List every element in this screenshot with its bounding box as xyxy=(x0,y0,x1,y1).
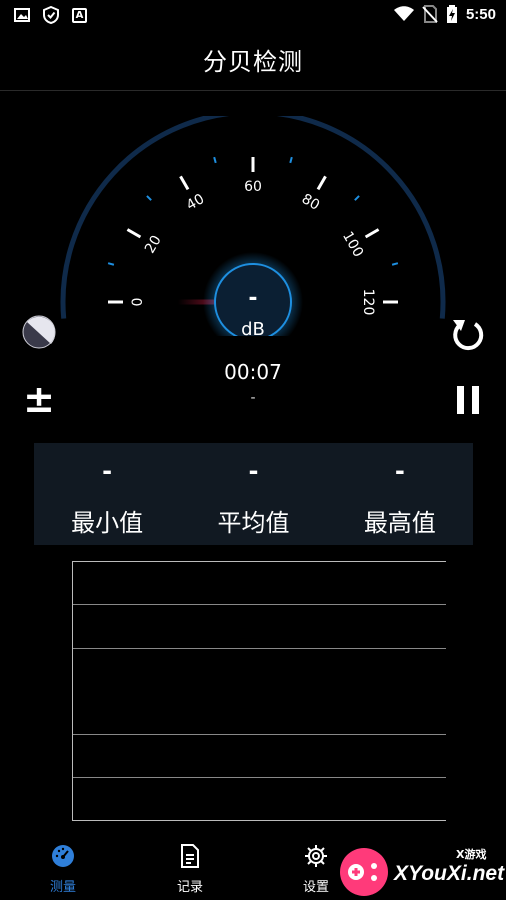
theme-toggle-button[interactable] xyxy=(20,313,58,351)
nav-item-measure[interactable]: 测量 xyxy=(23,844,103,895)
elapsed-timer: 00:07 xyxy=(224,360,282,384)
grid-line xyxy=(73,648,446,649)
speedometer-icon xyxy=(52,845,74,867)
title-bar: 分贝检测 xyxy=(0,30,506,91)
gauge-tick-label: 40 xyxy=(184,191,207,214)
reset-icon xyxy=(453,320,484,351)
clock: 5:50 xyxy=(465,5,496,23)
gauge-minor-tick xyxy=(289,156,293,164)
watermark: XYouXi.net X游戏 xyxy=(336,842,506,896)
grid-line xyxy=(73,777,446,778)
wifi-icon xyxy=(393,6,414,21)
gauge-major-tick xyxy=(364,228,380,239)
image-icon xyxy=(14,8,30,22)
stat-min-label: 最小值 xyxy=(71,509,144,537)
gauge-tick-label: 60 xyxy=(244,179,262,195)
timer-subtext: - xyxy=(250,390,256,406)
history-chart xyxy=(72,561,446,821)
document-icon xyxy=(181,844,199,868)
stat-avg-label: 平均值 xyxy=(217,509,290,537)
gauge-minor-tick xyxy=(107,262,115,266)
gauge-major-tick xyxy=(316,175,327,191)
battery-icon xyxy=(446,5,457,23)
pause-icon xyxy=(457,386,479,414)
nav-label-records: 记录 xyxy=(176,880,203,895)
nav-label-measure: 测量 xyxy=(49,880,76,895)
calibrate-button[interactable]: ± xyxy=(18,378,60,420)
shield-icon xyxy=(43,6,59,24)
stat-max-label: 最高值 xyxy=(363,509,436,537)
gauge-minor-tick xyxy=(354,195,360,201)
page-title: 分贝检测 xyxy=(203,48,303,76)
gear-icon xyxy=(305,845,327,867)
gamepad-logo-icon xyxy=(340,848,388,896)
nav-item-records[interactable]: 记录 xyxy=(150,844,230,895)
pause-button[interactable] xyxy=(448,380,488,420)
stat-avg-value: - xyxy=(248,457,259,485)
grid-line xyxy=(73,734,446,735)
grid-line xyxy=(73,604,446,605)
watermark-text: XYouXi.net xyxy=(394,862,505,885)
stat-max-value: - xyxy=(394,457,405,485)
stat-max: - 最高值 xyxy=(327,443,473,545)
no-sim-icon xyxy=(422,5,438,23)
stats-panel: - 最小值 - 平均值 - 最高值 xyxy=(34,443,473,545)
gauge-minor-tick xyxy=(213,156,217,164)
gauge-minor-tick xyxy=(391,262,399,266)
watermark-sub: X游戏 xyxy=(456,848,487,861)
theme-toggle-icon xyxy=(22,315,56,349)
gauge-tick-label: 20 xyxy=(142,233,165,256)
decibel-unit: dB xyxy=(241,319,265,340)
stat-avg: - 平均值 xyxy=(180,443,326,545)
gauge-tick-label: 80 xyxy=(299,191,322,214)
gauge-major-tick xyxy=(179,175,190,191)
stat-min: - 最小值 xyxy=(34,443,180,545)
gauge-minor-tick xyxy=(146,195,152,201)
reset-button[interactable] xyxy=(446,313,488,355)
gauge-major-tick xyxy=(126,228,142,239)
a-icon: A xyxy=(72,7,87,23)
status-bar: A 5:50 xyxy=(0,0,506,30)
decibel-value: - xyxy=(248,286,258,311)
gauge-tick-label: 100 xyxy=(339,229,366,260)
stat-min-value: - xyxy=(102,457,113,485)
calibrate-plus-minus-icon: ± xyxy=(23,377,55,421)
